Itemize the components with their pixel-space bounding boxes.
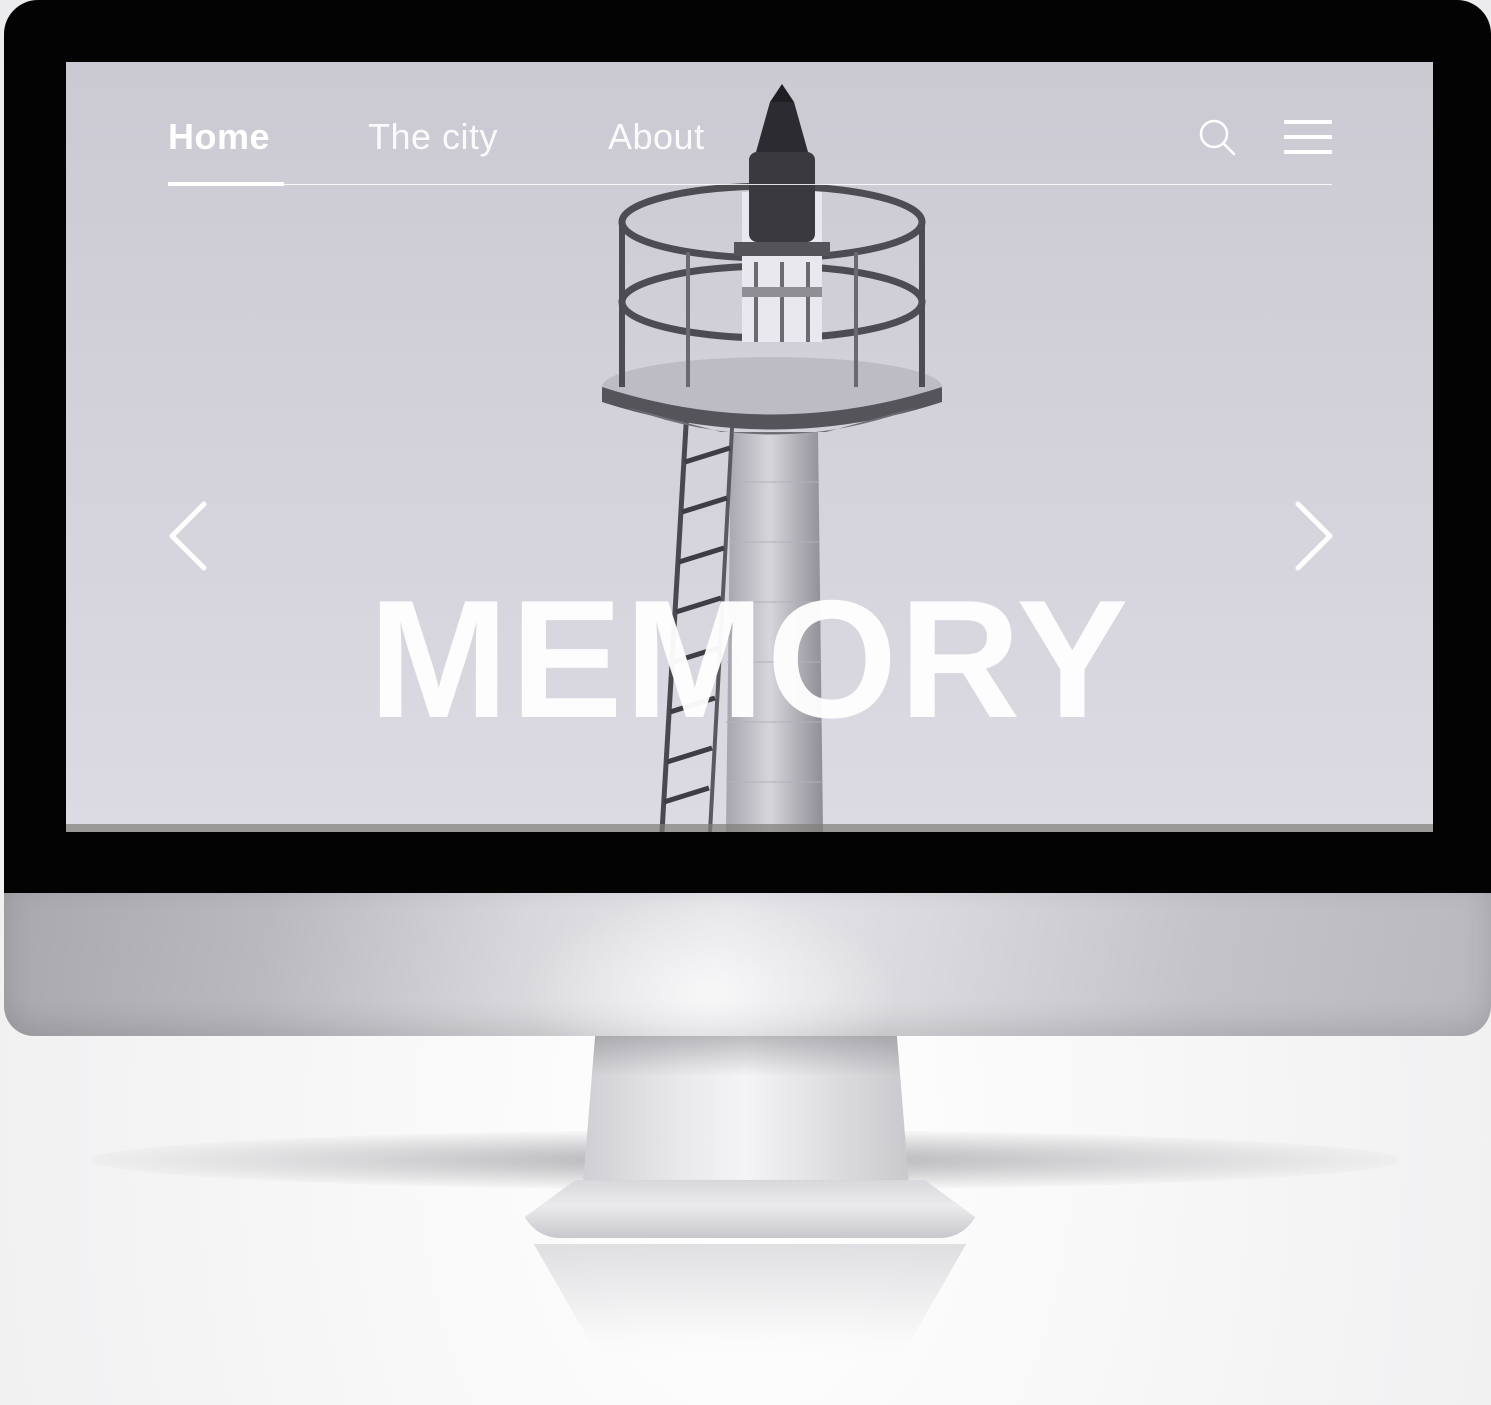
monitor-stand-base [520,1180,980,1238]
monitor-screen: Home The city About MEMORY [66,62,1433,832]
monitor-stand-shadow [591,1036,901,1076]
nav-divider [168,184,1332,185]
hamburger-menu-icon[interactable] [1284,118,1332,156]
chevron-right-icon[interactable] [1292,500,1336,572]
search-icon[interactable] [1198,118,1238,158]
hero-title: MEMORY [368,564,1131,753]
chevron-left-icon[interactable] [166,500,210,572]
nav-about-link[interactable]: About [608,116,705,158]
active-tab-indicator [168,182,284,186]
top-navigation: Home The city About [168,116,1332,186]
nav-the-city-link[interactable]: The city [368,116,498,158]
desktop-mockup-scene: Home The city About MEMORY [0,0,1491,1405]
monitor-chin-highlight [520,893,900,1036]
stand-reflection [533,1244,967,1364]
nav-home-link[interactable]: Home [168,116,270,158]
